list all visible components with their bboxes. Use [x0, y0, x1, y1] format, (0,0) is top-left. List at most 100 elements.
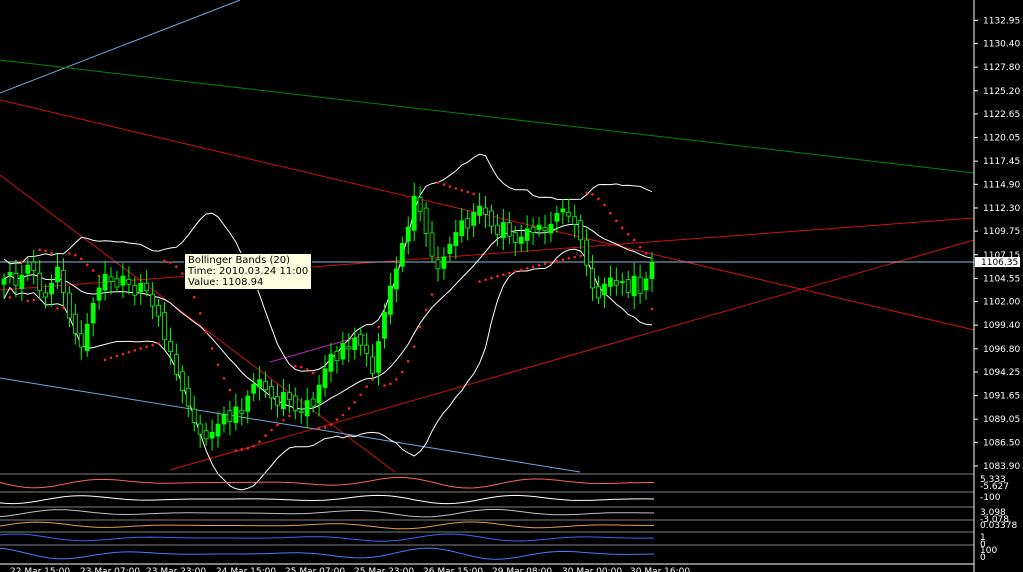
sar-dot [377, 325, 380, 329]
sar-dot [145, 345, 148, 349]
price-tick-label: 1130.40 [983, 40, 1020, 50]
candle-body [465, 218, 471, 229]
price-tick-label: 1120.05 [983, 134, 1020, 144]
price-tick-label: 1125.20 [983, 87, 1020, 97]
sar-dot [519, 268, 523, 272]
candle-body [346, 346, 352, 350]
sar-dot [109, 356, 113, 360]
sar-dot [430, 293, 434, 296]
sar-dot [115, 354, 119, 358]
candle-body [150, 293, 156, 307]
candle-body [447, 243, 453, 254]
candle-body [506, 222, 512, 237]
candle-body [584, 239, 590, 266]
sar-dot [163, 259, 166, 263]
sar-dot [478, 280, 481, 283]
candle-body [96, 287, 102, 301]
trendline [0, 0, 241, 94]
sar-dot [585, 191, 588, 195]
candle-body [245, 395, 251, 412]
sar-dot [323, 426, 327, 429]
candle-body [441, 256, 447, 269]
sar-dot [68, 252, 71, 256]
sar-dot [615, 219, 618, 223]
chart-canvas[interactable]: 5.333-5.627-1003.098-3.0780.03378101000 … [0, 0, 1023, 572]
trendline [0, 377, 581, 473]
candle-body [197, 423, 203, 435]
sar-dot [359, 393, 362, 397]
sar-dot [567, 257, 571, 260]
candle-body [55, 266, 60, 283]
candle-body [459, 220, 465, 237]
tooltip-time: 2010.03.24 11:00 [219, 266, 309, 277]
candle-body [132, 284, 138, 296]
subpanel-line [0, 547, 654, 560]
candle-body [298, 410, 304, 413]
sar-dot [133, 349, 137, 352]
candle-body [49, 282, 54, 295]
sar-dot [466, 190, 470, 194]
sar-dot [151, 343, 154, 347]
price-tick-label: 1132.95 [983, 16, 1020, 26]
candle-body [435, 259, 441, 270]
price-tick-label: 1117.45 [983, 157, 1020, 167]
sar-dot [38, 248, 41, 251]
candle-body [453, 232, 459, 247]
time-tick-label: 30 Mar 00:00 [562, 567, 622, 572]
sar-dot [401, 370, 404, 374]
sar-dot [91, 269, 95, 272]
candle-body [637, 276, 643, 294]
sar-dot [234, 449, 238, 452]
candle-body [233, 406, 239, 424]
sar-dot [341, 413, 345, 417]
trendline [0, 217, 975, 291]
tooltip-value-label: Value: [188, 277, 219, 288]
trendline [0, 59, 975, 174]
candle-body [191, 408, 197, 423]
sar-dot [175, 265, 178, 268]
candle-body [602, 283, 607, 296]
candle-body [316, 384, 322, 404]
candle-body [108, 276, 114, 282]
time-tick-label: 23 Mar 07:00 [80, 567, 140, 572]
subpanel-label: -100 [980, 493, 1001, 503]
sar-dot [573, 255, 577, 259]
candle-body [536, 224, 542, 230]
candle-body [382, 312, 387, 339]
candle-body [43, 292, 49, 298]
candle-body [156, 304, 161, 317]
candle-body [328, 353, 334, 372]
sar-dot [454, 187, 458, 190]
sar-dot [424, 308, 428, 312]
price-tick-label: 1083.90 [983, 462, 1020, 472]
candle-body [376, 341, 381, 373]
candle-body [566, 211, 572, 217]
sar-dot [157, 342, 160, 345]
candle-body [500, 222, 506, 239]
candle-body [269, 386, 274, 399]
tooltip-time-label: Time: [188, 266, 216, 277]
candle-body [417, 197, 423, 213]
price-tick-label: 1114.90 [983, 180, 1020, 190]
bollinger-middle [3, 223, 653, 410]
price-tick-label: 1086.50 [983, 438, 1020, 448]
subpanel-line [0, 521, 654, 530]
candle-body [286, 392, 292, 401]
candle-body [251, 383, 257, 394]
sar-dot [169, 261, 172, 264]
price-tick-label: 1099.40 [983, 321, 1020, 331]
price-tick-label: 1094.25 [983, 368, 1020, 378]
sar-dot [650, 307, 654, 311]
price-tick-label: 1096.80 [983, 345, 1020, 355]
sar-dot [525, 267, 529, 270]
subpanel-label: 0.03378 [980, 521, 1017, 531]
sar-dot [258, 440, 261, 443]
sar-dot [406, 359, 410, 363]
sar-dot [609, 211, 612, 215]
candle-body [126, 279, 132, 285]
indicator-subpanels: 5.333-5.627-1003.098-3.0780.03378101000 [0, 473, 1017, 563]
sar-dot [395, 378, 398, 381]
time-tick-label: 23 Mar 23:00 [146, 567, 206, 572]
tooltip-value-row: Value: 1108.94 [188, 277, 308, 288]
sar-dot [311, 371, 315, 375]
